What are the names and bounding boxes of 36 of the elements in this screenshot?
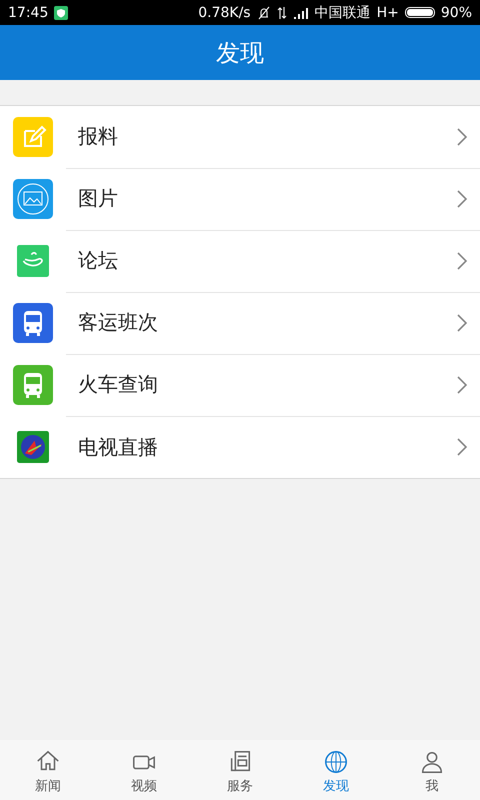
nav-tab[interactable]: 视频 xyxy=(96,740,192,800)
page-title: 发现 xyxy=(216,38,264,68)
chevron-right-icon[interactable] xyxy=(456,126,468,146)
network-type: H+ xyxy=(376,4,399,20)
tv-logo-icon xyxy=(17,431,49,463)
menu-item-label[interactable]: 论坛 xyxy=(66,247,456,274)
bus-icon xyxy=(13,303,53,343)
data-arrows-icon xyxy=(276,6,287,20)
chevron-right-icon[interactable] xyxy=(456,188,468,208)
person-icon xyxy=(419,749,445,775)
signal-icon xyxy=(292,6,309,18)
network-speed: 0.78K/s xyxy=(198,4,251,20)
chevron-right-icon[interactable] xyxy=(456,250,468,270)
battery-percent: 90% xyxy=(440,4,472,20)
nav-tab[interactable]: 我 xyxy=(384,740,480,800)
image-icon xyxy=(13,179,53,219)
carrier-name: 中国联通 xyxy=(314,4,371,22)
menu-item-label[interactable]: 火车查询 xyxy=(66,371,456,398)
chevron-right-icon[interactable] xyxy=(456,312,468,332)
shield-icon xyxy=(54,6,68,20)
nav-tab[interactable]: 服务 xyxy=(192,740,288,800)
chevron-right-icon[interactable] xyxy=(456,374,468,394)
nav-tab[interactable]: 新闻 xyxy=(0,740,96,800)
forum-icon xyxy=(17,245,49,277)
bell-off-icon xyxy=(256,6,271,20)
bus-icon xyxy=(13,365,53,405)
menu-item-label[interactable]: 图片 xyxy=(66,185,456,212)
menu-item-label[interactable]: 电视直播 xyxy=(66,434,456,460)
globe-icon xyxy=(323,749,349,775)
battery-icon xyxy=(404,7,435,18)
menu-item-label[interactable]: 客运班次 xyxy=(66,309,456,336)
nav-tab[interactable]: 发现 xyxy=(288,740,384,800)
pencil-icon xyxy=(13,117,53,157)
menu-item-label[interactable]: 报料 xyxy=(66,123,456,150)
status-time: 17:45 xyxy=(8,4,48,20)
chevron-right-icon[interactable] xyxy=(456,437,468,457)
